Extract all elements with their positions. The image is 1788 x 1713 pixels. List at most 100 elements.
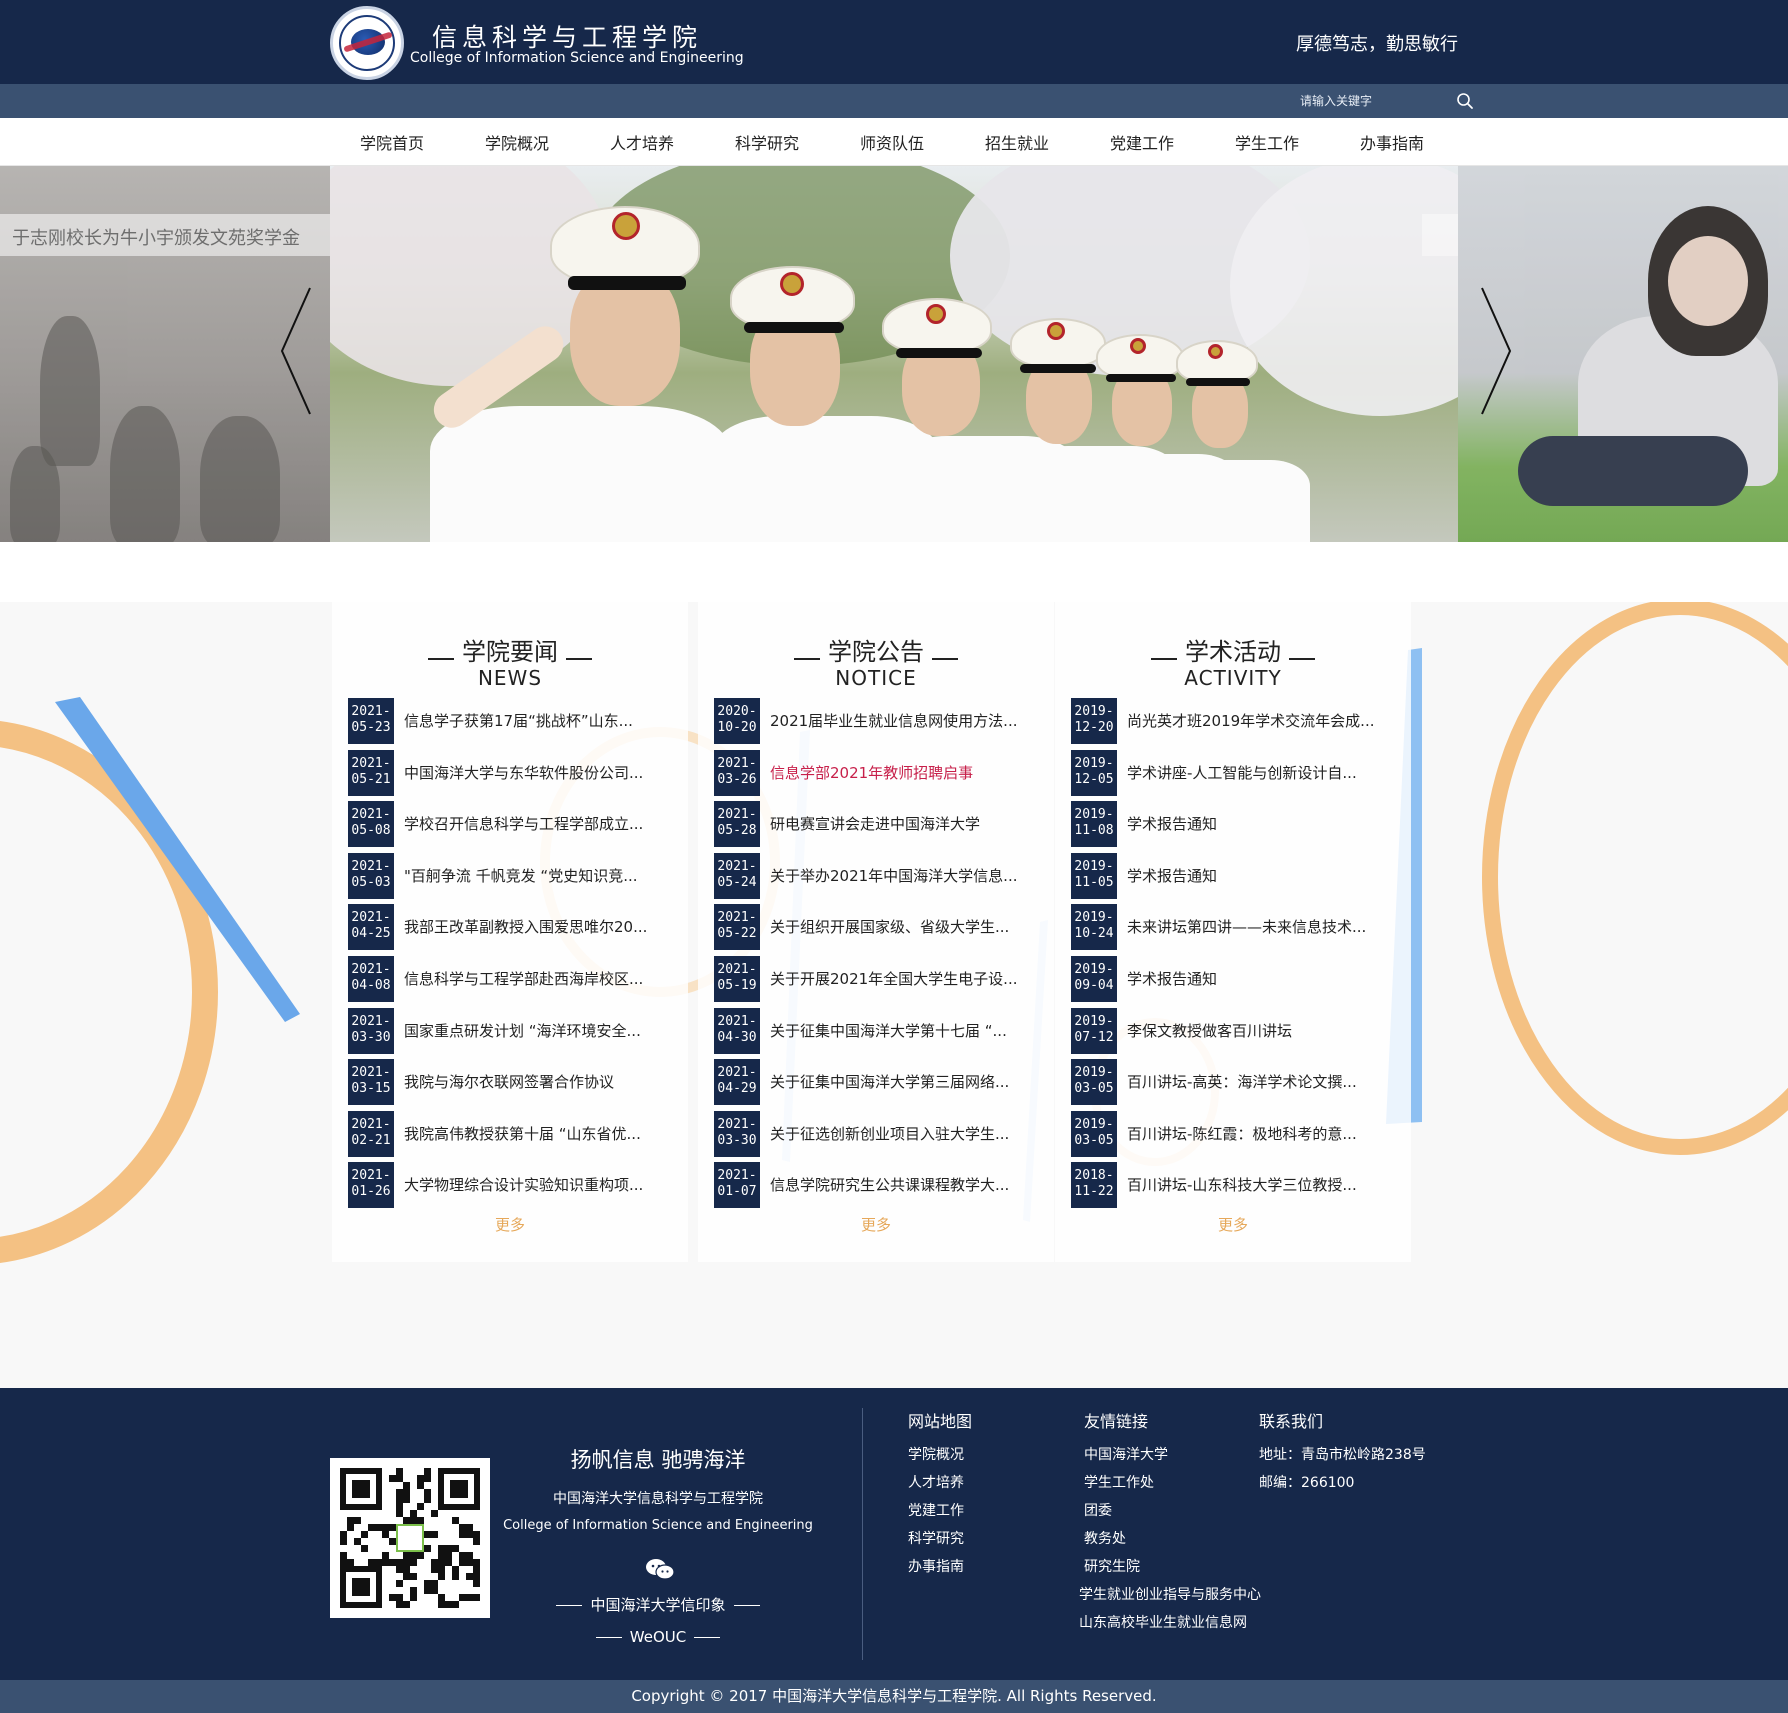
sitemap-link[interactable]: 党建工作 (908, 1500, 964, 1520)
next-arrow-icon[interactable] (1474, 286, 1514, 416)
nav-faculty[interactable]: 师资队伍 (860, 130, 924, 154)
news-title-link[interactable]: 关于举办2021年中国海洋大学信息... (770, 865, 1052, 886)
nav-overview[interactable]: 学院概况 (485, 130, 549, 154)
news-item[interactable]: 2021- 05-03 "百舸争流 千帆竞发 “党史知识竞... (348, 852, 688, 899)
date-day: 05-08 (351, 823, 391, 839)
more-link[interactable]: 更多 (698, 1214, 1054, 1235)
news-item[interactable]: 2021- 01-26 大学物理综合设计实验知识重构项... (348, 1162, 688, 1209)
date-day: 05-21 (351, 771, 391, 787)
news-item[interactable]: 2019- 12-20 尚光英才班2019年学术交流年会成... (1071, 698, 1411, 744)
news-title-link[interactable]: 学术报告通知 (1127, 813, 1409, 834)
wechat-account-name: 中国海洋大学信印象 (508, 1594, 808, 1615)
wechat-qr-code[interactable] (330, 1458, 490, 1618)
news-title-link[interactable]: 百川讲坛-山东科技大学三位教授... (1127, 1174, 1409, 1195)
nav-research[interactable]: 科学研究 (735, 130, 799, 154)
news-item[interactable]: 2021- 05-22 关于组织开展国家级、省级大学生... (714, 904, 1054, 951)
news-title-link[interactable]: 信息学子获第17届“挑战杯”山东... (404, 710, 686, 731)
news-item[interactable]: 2021- 04-08 信息科学与工程学部赴西海岸校区... (348, 956, 688, 1002)
news-title-link[interactable]: 百川讲坛-高英：海洋学术论文撰... (1127, 1071, 1409, 1092)
news-title-link[interactable]: 百川讲坛-陈红霞：极地科考的意... (1127, 1123, 1409, 1144)
friend-link[interactable]: 教务处 (1084, 1528, 1126, 1548)
news-item[interactable]: 2019- 07-12 李保文教授做客百川讲坛 (1071, 1007, 1411, 1054)
site-subtitle: College of Information Science and Engin… (410, 50, 744, 66)
news-title-link[interactable]: 关于征集中国海洋大学第三届网络... (770, 1071, 1052, 1092)
sitemap-link[interactable]: 科学研究 (908, 1528, 964, 1548)
slide-indicator[interactable] (1422, 214, 1458, 256)
news-item[interactable]: 2019- 03-05 百川讲坛-高英：海洋学术论文撰... (1071, 1059, 1411, 1106)
news-title-link[interactable]: 我院高伟教授获第十届 “山东省优... (404, 1123, 686, 1144)
news-item[interactable]: 2019- 11-05 学术报告通知 (1071, 852, 1411, 899)
news-item[interactable]: 2021- 05-23 信息学子获第17届“挑战杯”山东... (348, 698, 688, 744)
news-title-link[interactable]: 未来讲坛第四讲——未来信息技术... (1127, 916, 1409, 937)
nav-admission[interactable]: 招生就业 (985, 130, 1049, 154)
news-item[interactable]: 2019- 11-08 学术报告通知 (1071, 801, 1411, 848)
nav-education[interactable]: 人才培养 (610, 130, 674, 154)
news-item[interactable]: 2021- 05-28 研电赛宣讲会走进中国海洋大学 (714, 801, 1054, 848)
news-title-link[interactable]: 国家重点研发计划 “海洋环境安全... (404, 1020, 686, 1041)
news-item[interactable]: 2021- 05-19 关于开展2021年全国大学生电子设... (714, 956, 1054, 1002)
news-title-link[interactable]: 信息学院研究生公共课课程教学大... (770, 1174, 1052, 1195)
news-item[interactable]: 2021- 02-21 我院高伟教授获第十届 “山东省优... (348, 1110, 688, 1157)
news-title-link[interactable]: 学术讲座-人工智能与创新设计自... (1127, 762, 1409, 783)
news-title-link[interactable]: 2021届毕业生就业信息网使用方法... (770, 710, 1052, 731)
news-title-link[interactable]: 学术报告通知 (1127, 968, 1409, 989)
news-item[interactable]: 2019- 12-05 学术讲座-人工智能与创新设计自... (1071, 749, 1411, 796)
nav-guide[interactable]: 办事指南 (1360, 130, 1424, 154)
news-item[interactable]: 2021- 03-26 信息学部2021年教师招聘启事 (714, 749, 1054, 796)
friend-link[interactable]: 团委 (1084, 1500, 1112, 1520)
prev-arrow-icon[interactable] (278, 286, 318, 416)
news-title-link[interactable]: 关于征选创新创业项目入驻大学生... (770, 1123, 1052, 1144)
friend-link[interactable]: 中国海洋大学 (1084, 1444, 1168, 1464)
news-title-link[interactable]: 学校召开信息科学与工程学部成立... (404, 813, 686, 834)
news-item[interactable]: 2021- 05-08 学校召开信息科学与工程学部成立... (348, 801, 688, 848)
news-item[interactable]: 2019- 10-24 未来讲坛第四讲——未来信息技术... (1071, 904, 1411, 951)
friend-link[interactable]: 学生工作处 (1084, 1472, 1154, 1492)
news-item[interactable]: 2021- 04-30 关于征集中国海洋大学第十七届 “... (714, 1007, 1054, 1054)
banner-image[interactable] (330, 166, 1458, 542)
news-item[interactable]: 2021- 01-07 信息学院研究生公共课课程教学大... (714, 1162, 1054, 1209)
news-title-link[interactable]: 关于开展2021年全国大学生电子设... (770, 968, 1052, 989)
date-badge: 2019- 03-05 (1071, 1059, 1117, 1106)
news-title-link[interactable]: 中国海洋大学与东华软件股份公司... (404, 762, 686, 783)
news-item[interactable]: 2021- 03-30 国家重点研发计划 “海洋环境安全... (348, 1007, 688, 1054)
news-title-link[interactable]: 信息学部2021年教师招聘启事 (770, 762, 1052, 783)
more-link[interactable]: 更多 (332, 1214, 688, 1235)
news-title-link[interactable]: 大学物理综合设计实验知识重构项... (404, 1174, 686, 1195)
news-item[interactable]: 2018- 11-22 百川讲坛-山东科技大学三位教授... (1071, 1162, 1411, 1209)
news-item[interactable]: 2020- 10-20 2021届毕业生就业信息网使用方法... (714, 698, 1054, 744)
news-item[interactable]: 2021- 04-29 关于征集中国海洋大学第三届网络... (714, 1059, 1054, 1106)
news-title-link[interactable]: 我部王改革副教授入围爱思唯尔20... (404, 916, 686, 937)
sitemap-link[interactable]: 学院概况 (908, 1444, 964, 1464)
nav-party[interactable]: 党建工作 (1110, 130, 1174, 154)
friend-link[interactable]: 学生就业创业指导与服务中心 (1079, 1584, 1261, 1604)
news-item[interactable]: 2021- 04-25 我部王改革副教授入围爱思唯尔20... (348, 904, 688, 951)
nav-home[interactable]: 学院首页 (360, 130, 424, 154)
news-item[interactable]: 2019- 03-05 百川讲坛-陈红霞：极地科考的意... (1071, 1110, 1411, 1157)
news-item[interactable]: 2021- 03-15 我院与海尔衣联网签署合作协议 (348, 1059, 688, 1106)
news-title-link[interactable]: 我院与海尔衣联网签署合作协议 (404, 1071, 686, 1092)
slide-caption-text: 于志刚校长为牛小宇颁发文苑奖学金 (12, 228, 300, 249)
news-title-link[interactable]: 信息科学与工程学部赴西海岸校区... (404, 968, 686, 989)
friend-link[interactable]: 山东高校毕业生就业信息网 (1079, 1612, 1247, 1632)
column-title-text: 学术活动 (1185, 638, 1281, 666)
news-title-link[interactable]: "百舸争流 千帆竞发 “党史知识竞... (404, 865, 686, 886)
more-link[interactable]: 更多 (1055, 1214, 1411, 1235)
friend-link[interactable]: 研究生院 (1084, 1556, 1140, 1576)
news-item[interactable]: 2021- 05-21 中国海洋大学与东华软件股份公司... (348, 749, 688, 796)
news-title-link[interactable]: 尚光英才班2019年学术交流年会成... (1127, 710, 1409, 731)
search-input[interactable] (1300, 90, 1450, 112)
news-title-link[interactable]: 关于组织开展国家级、省级大学生... (770, 916, 1052, 937)
news-item[interactable]: 2021- 03-30 关于征选创新创业项目入驻大学生... (714, 1110, 1054, 1157)
news-title-link[interactable]: 李保文教授做客百川讲坛 (1127, 1020, 1409, 1041)
nav-students[interactable]: 学生工作 (1235, 130, 1299, 154)
news-title-link[interactable]: 研电赛宣讲会走进中国海洋大学 (770, 813, 1052, 834)
news-title-link[interactable]: 关于征集中国海洋大学第十七届 “... (770, 1020, 1052, 1041)
college-logo[interactable] (330, 6, 404, 80)
sitemap-link[interactable]: 人才培养 (908, 1472, 964, 1492)
news-item[interactable]: 2021- 05-24 关于举办2021年中国海洋大学信息... (714, 852, 1054, 899)
sitemap-link[interactable]: 办事指南 (908, 1556, 964, 1576)
news-title-link[interactable]: 学术报告通知 (1127, 865, 1409, 886)
search-icon[interactable] (1456, 92, 1474, 110)
news-item[interactable]: 2019- 09-04 学术报告通知 (1071, 956, 1411, 1002)
slide-caption[interactable]: 于志刚校长为牛小宇颁发文苑奖学金 (0, 214, 330, 256)
